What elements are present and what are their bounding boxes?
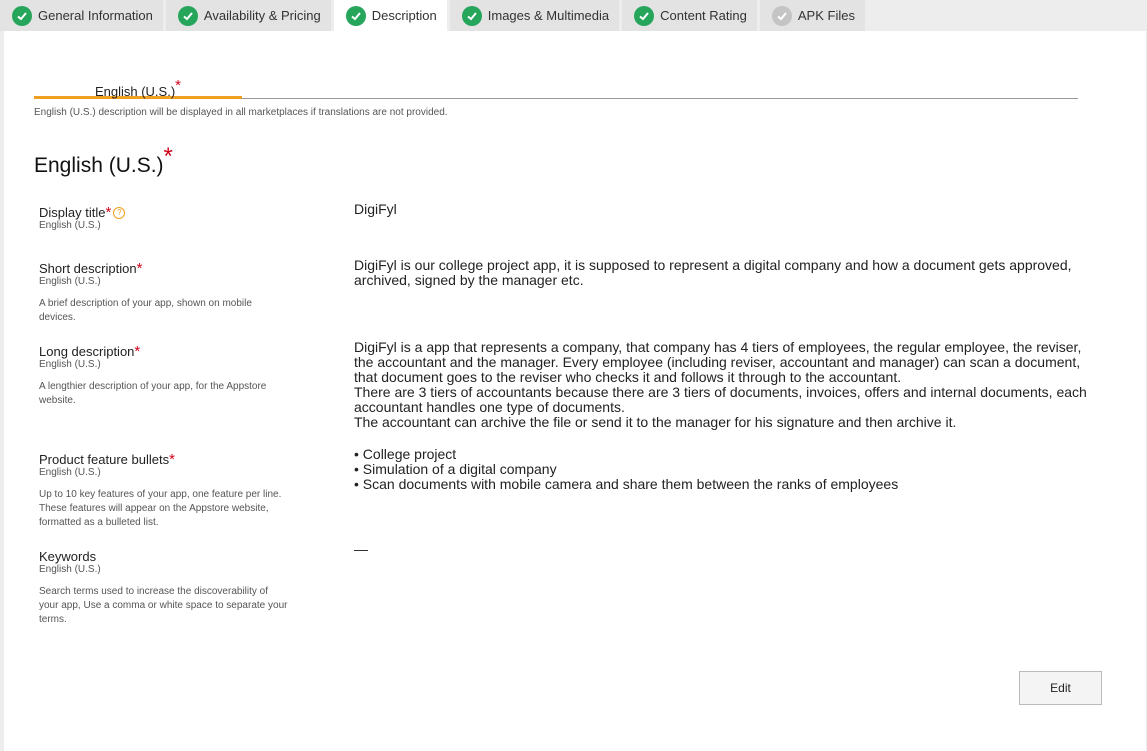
tab-apk-files[interactable]: APK Files — [759, 0, 865, 31]
edit-button[interactable]: Edit — [1019, 671, 1102, 705]
tab-description[interactable]: Description — [333, 0, 447, 31]
field-label: Product feature bullets — [39, 452, 170, 467]
short-description-value: DigiFyl is our college project app, it i… — [354, 257, 1076, 288]
field-locale: English (U.S.) — [39, 276, 101, 287]
tab-images-multimedia[interactable]: Images & Multimedia — [449, 0, 620, 31]
check-circle-icon — [461, 5, 482, 26]
tab-label: APK Files — [797, 8, 855, 23]
keywords-value: — — [354, 541, 368, 557]
required-marker: * — [136, 260, 143, 277]
required-marker: * — [163, 143, 173, 170]
field-label: Display title — [39, 205, 106, 220]
required-marker: * — [169, 451, 175, 468]
language-tab-label: English (U.S.) — [94, 84, 176, 99]
required-marker: * — [105, 204, 112, 221]
tab-label: General Information — [38, 8, 153, 23]
short-description-field-label: Short description* English (U.S.) A brie… — [39, 260, 299, 325]
long-description-value: DigiFyl is a app that represents a compa… — [354, 339, 1087, 430]
required-marker: * — [134, 343, 141, 360]
feature-bullets-value: • College project • Simulation of a digi… — [354, 446, 899, 492]
tab-label: Content Rating — [660, 8, 747, 23]
top-tabs: General Information Availability & Prici… — [0, 0, 868, 31]
field-locale: English (U.S.) — [39, 564, 101, 575]
tab-availability-pricing[interactable]: Availability & Pricing — [165, 0, 331, 31]
description-panel: English (U.S.)* English (U.S.) descripti… — [4, 31, 1146, 751]
language-tabbar: English (U.S.)* — [34, 71, 1078, 99]
field-locale: English (U.S.) — [39, 220, 101, 231]
check-circle-icon — [634, 5, 655, 26]
tab-content-rating[interactable]: Content Rating — [622, 0, 757, 31]
long-description-field-label: Long description* English (U.S.) A lengt… — [39, 343, 299, 408]
required-marker: * — [175, 77, 182, 94]
field-label: Keywords — [39, 549, 97, 564]
check-circle-icon — [345, 5, 366, 26]
keywords-field-label: Keywords English (U.S.) Search terms use… — [39, 550, 299, 627]
field-label: Short description — [39, 261, 137, 276]
help-icon[interactable]: ? — [113, 207, 126, 219]
field-description: A brief description of your app, shown o… — [39, 298, 252, 323]
field-description: A lengthier description of your app, for… — [39, 381, 267, 406]
display-title-value: DigiFyl — [354, 201, 397, 217]
field-locale: English (U.S.) — [39, 359, 101, 370]
tab-general-information[interactable]: General Information — [0, 0, 163, 31]
translation-notice: English (U.S.) description will be displ… — [34, 107, 448, 118]
check-circle-icon — [177, 5, 198, 26]
field-locale: English (U.S.) — [39, 467, 101, 478]
tab-label: Description — [371, 8, 437, 23]
field-label: Long description — [39, 344, 135, 359]
field-description: Search terms used to increase the discov… — [39, 586, 288, 625]
field-description: Up to 10 key features of your app, one f… — [39, 489, 282, 528]
check-circle-icon — [12, 5, 32, 26]
feature-bullets-field-label: Product feature bullets* English (U.S.) … — [39, 451, 299, 530]
check-circle-icon — [771, 5, 792, 26]
display-title-field-label: Display title*? English (U.S.) — [39, 204, 299, 231]
section-title: English (U.S.)* — [34, 143, 173, 177]
tab-label: Availability & Pricing — [203, 8, 321, 23]
language-tab-english-us[interactable]: English (U.S.)* — [34, 71, 242, 99]
tab-label: Images & Multimedia — [487, 8, 610, 23]
